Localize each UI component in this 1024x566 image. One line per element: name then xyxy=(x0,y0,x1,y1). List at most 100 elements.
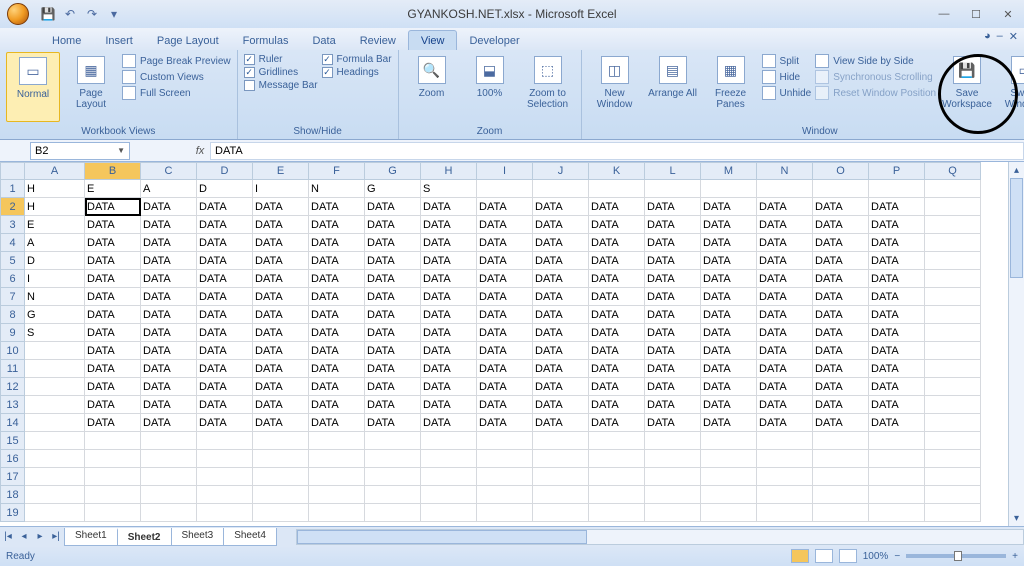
cell-K5[interactable]: DATA xyxy=(589,252,645,270)
cell-D6[interactable]: DATA xyxy=(197,270,253,288)
zoom-in-icon[interactable]: + xyxy=(1012,551,1018,562)
cell-K2[interactable]: DATA xyxy=(589,198,645,216)
cell-C14[interactable]: DATA xyxy=(141,414,197,432)
close-button[interactable]: ✕ xyxy=(992,4,1024,24)
cell-P10[interactable]: DATA xyxy=(869,342,925,360)
cell-D5[interactable]: DATA xyxy=(197,252,253,270)
cell-A9[interactable]: S xyxy=(25,324,85,342)
cell-O11[interactable]: DATA xyxy=(813,360,869,378)
column-header-D[interactable]: D xyxy=(197,163,253,180)
cell-M6[interactable]: DATA xyxy=(701,270,757,288)
cell-I15[interactable] xyxy=(477,432,533,450)
checkbox-gridlines[interactable]: ✓Gridlines xyxy=(244,67,318,78)
redo-icon[interactable]: ↷ xyxy=(84,6,100,22)
cell-B11[interactable]: DATA xyxy=(85,360,141,378)
cell-C7[interactable]: DATA xyxy=(141,288,197,306)
cell-N11[interactable]: DATA xyxy=(757,360,813,378)
cell-A10[interactable] xyxy=(25,342,85,360)
row-header-18[interactable]: 18 xyxy=(1,486,25,504)
cell-H19[interactable] xyxy=(421,504,477,522)
cell-M19[interactable] xyxy=(701,504,757,522)
cell-A15[interactable] xyxy=(25,432,85,450)
tab-review[interactable]: Review xyxy=(348,31,408,50)
cell-D13[interactable]: DATA xyxy=(197,396,253,414)
cell-K9[interactable]: DATA xyxy=(589,324,645,342)
cell-B16[interactable] xyxy=(85,450,141,468)
cell-E12[interactable]: DATA xyxy=(253,378,309,396)
column-header-Q[interactable]: Q xyxy=(925,163,981,180)
cell-E20[interactable] xyxy=(253,522,309,523)
cell-J3[interactable]: DATA xyxy=(533,216,589,234)
undo-icon[interactable]: ↶ xyxy=(62,6,78,22)
cell-P6[interactable]: DATA xyxy=(869,270,925,288)
cell-I5[interactable]: DATA xyxy=(477,252,533,270)
cell-L18[interactable] xyxy=(645,486,701,504)
name-box[interactable]: B2▼ xyxy=(30,142,130,160)
cell-D17[interactable] xyxy=(197,468,253,486)
normal-view-button[interactable]: ▭Normal xyxy=(6,52,60,122)
cell-H3[interactable]: DATA xyxy=(421,216,477,234)
cell-M20[interactable] xyxy=(701,522,757,523)
cell-H11[interactable]: DATA xyxy=(421,360,477,378)
cell-L2[interactable]: DATA xyxy=(645,198,701,216)
cell-E19[interactable] xyxy=(253,504,309,522)
cell-C10[interactable]: DATA xyxy=(141,342,197,360)
row-header-15[interactable]: 15 xyxy=(1,432,25,450)
cell-Q16[interactable] xyxy=(925,450,981,468)
cell-L10[interactable]: DATA xyxy=(645,342,701,360)
cell-I20[interactable] xyxy=(477,522,533,523)
cell-C4[interactable]: DATA xyxy=(141,234,197,252)
cell-J12[interactable]: DATA xyxy=(533,378,589,396)
cell-P2[interactable]: DATA xyxy=(869,198,925,216)
cell-G14[interactable]: DATA xyxy=(365,414,421,432)
cell-F19[interactable] xyxy=(309,504,365,522)
cell-F6[interactable]: DATA xyxy=(309,270,365,288)
cell-L17[interactable] xyxy=(645,468,701,486)
cell-Q10[interactable] xyxy=(925,342,981,360)
cell-H4[interactable]: DATA xyxy=(421,234,477,252)
cell-A1[interactable]: H xyxy=(25,180,85,198)
cell-O5[interactable]: DATA xyxy=(813,252,869,270)
cell-O9[interactable]: DATA xyxy=(813,324,869,342)
cell-L5[interactable]: DATA xyxy=(645,252,701,270)
cell-Q18[interactable] xyxy=(925,486,981,504)
help-icon[interactable]: ◕ xyxy=(984,30,991,43)
cell-J7[interactable]: DATA xyxy=(533,288,589,306)
cell-Q4[interactable] xyxy=(925,234,981,252)
cell-J10[interactable]: DATA xyxy=(533,342,589,360)
cell-H16[interactable] xyxy=(421,450,477,468)
checkbox-formula-bar[interactable]: ✓Formula Bar xyxy=(322,54,392,65)
cell-Q2[interactable] xyxy=(925,198,981,216)
column-header-P[interactable]: P xyxy=(869,163,925,180)
zoom-button[interactable]: 🔍Zoom xyxy=(405,52,459,122)
cell-M14[interactable]: DATA xyxy=(701,414,757,432)
cell-N18[interactable] xyxy=(757,486,813,504)
cell-G6[interactable]: DATA xyxy=(365,270,421,288)
cell-B8[interactable]: DATA xyxy=(85,306,141,324)
row-header-8[interactable]: 8 xyxy=(1,306,25,324)
cell-D12[interactable]: DATA xyxy=(197,378,253,396)
row-header-3[interactable]: 3 xyxy=(1,216,25,234)
column-header-G[interactable]: G xyxy=(365,163,421,180)
cell-N4[interactable]: DATA xyxy=(757,234,813,252)
tab-developer[interactable]: Developer xyxy=(457,31,531,50)
cell-P7[interactable]: DATA xyxy=(869,288,925,306)
cell-F14[interactable]: DATA xyxy=(309,414,365,432)
cell-G13[interactable]: DATA xyxy=(365,396,421,414)
checkbox-ruler[interactable]: ✓Ruler xyxy=(244,54,318,65)
cell-C1[interactable]: A xyxy=(141,180,197,198)
cell-F13[interactable]: DATA xyxy=(309,396,365,414)
cell-B6[interactable]: DATA xyxy=(85,270,141,288)
scroll-up-icon[interactable]: ▴ xyxy=(1009,162,1024,178)
cell-K18[interactable] xyxy=(589,486,645,504)
zoom-to-selection-button[interactable]: ⬚Zoom to Selection xyxy=(521,52,575,122)
row-header-6[interactable]: 6 xyxy=(1,270,25,288)
cell-D14[interactable]: DATA xyxy=(197,414,253,432)
cell-G5[interactable]: DATA xyxy=(365,252,421,270)
cell-J16[interactable] xyxy=(533,450,589,468)
cell-J15[interactable] xyxy=(533,432,589,450)
cell-I16[interactable] xyxy=(477,450,533,468)
row-header-14[interactable]: 14 xyxy=(1,414,25,432)
cell-M17[interactable] xyxy=(701,468,757,486)
cell-D11[interactable]: DATA xyxy=(197,360,253,378)
